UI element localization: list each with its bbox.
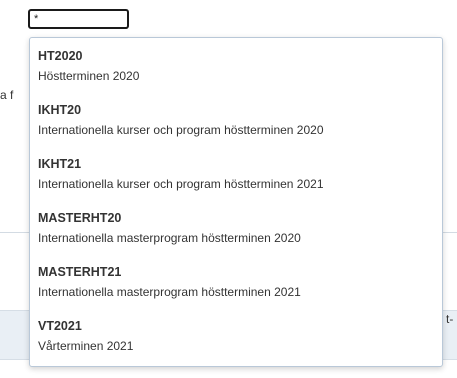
background-text-fragment-right: t- — [446, 312, 454, 326]
option-code: IKHT21 — [38, 157, 82, 171]
option-description: Höstterminen 2020 — [38, 69, 140, 83]
option-ikht21[interactable]: IKHT21 Internationella kurser och progra… — [30, 152, 442, 206]
option-code: MASTERHT20 — [38, 211, 122, 225]
option-masterht21[interactable]: MASTERHT21 Internationella masterprogram… — [30, 260, 442, 314]
option-ikht20[interactable]: IKHT20 Internationella kurser och progra… — [30, 98, 442, 152]
autocomplete-dropdown: HT2020 Höstterminen 2020 IKHT20 Internat… — [29, 37, 443, 367]
search-input[interactable] — [28, 9, 129, 29]
option-description: Internationella masterprogram hösttermin… — [38, 231, 301, 245]
option-vt2021[interactable]: VT2021 Vårterminen 2021 — [30, 314, 442, 366]
page: a f t- HT2020 Höstterminen 2020 IKHT20 I… — [0, 0, 457, 378]
option-code: IKHT20 — [38, 103, 82, 117]
option-code: HT2020 — [38, 49, 83, 63]
background-text-fragment: a f — [0, 88, 14, 102]
option-description: Vårterminen 2021 — [38, 339, 134, 353]
option-code: VT2021 — [38, 319, 82, 333]
option-code: MASTERHT21 — [38, 265, 122, 279]
option-description: Internationella masterprogram hösttermin… — [38, 285, 301, 299]
option-description: Internationella kurser och program höstt… — [38, 177, 324, 191]
option-description: Internationella kurser och program höstt… — [38, 123, 324, 137]
option-masterht20[interactable]: MASTERHT20 Internationella masterprogram… — [30, 206, 442, 260]
option-ht2020[interactable]: HT2020 Höstterminen 2020 — [30, 44, 442, 98]
